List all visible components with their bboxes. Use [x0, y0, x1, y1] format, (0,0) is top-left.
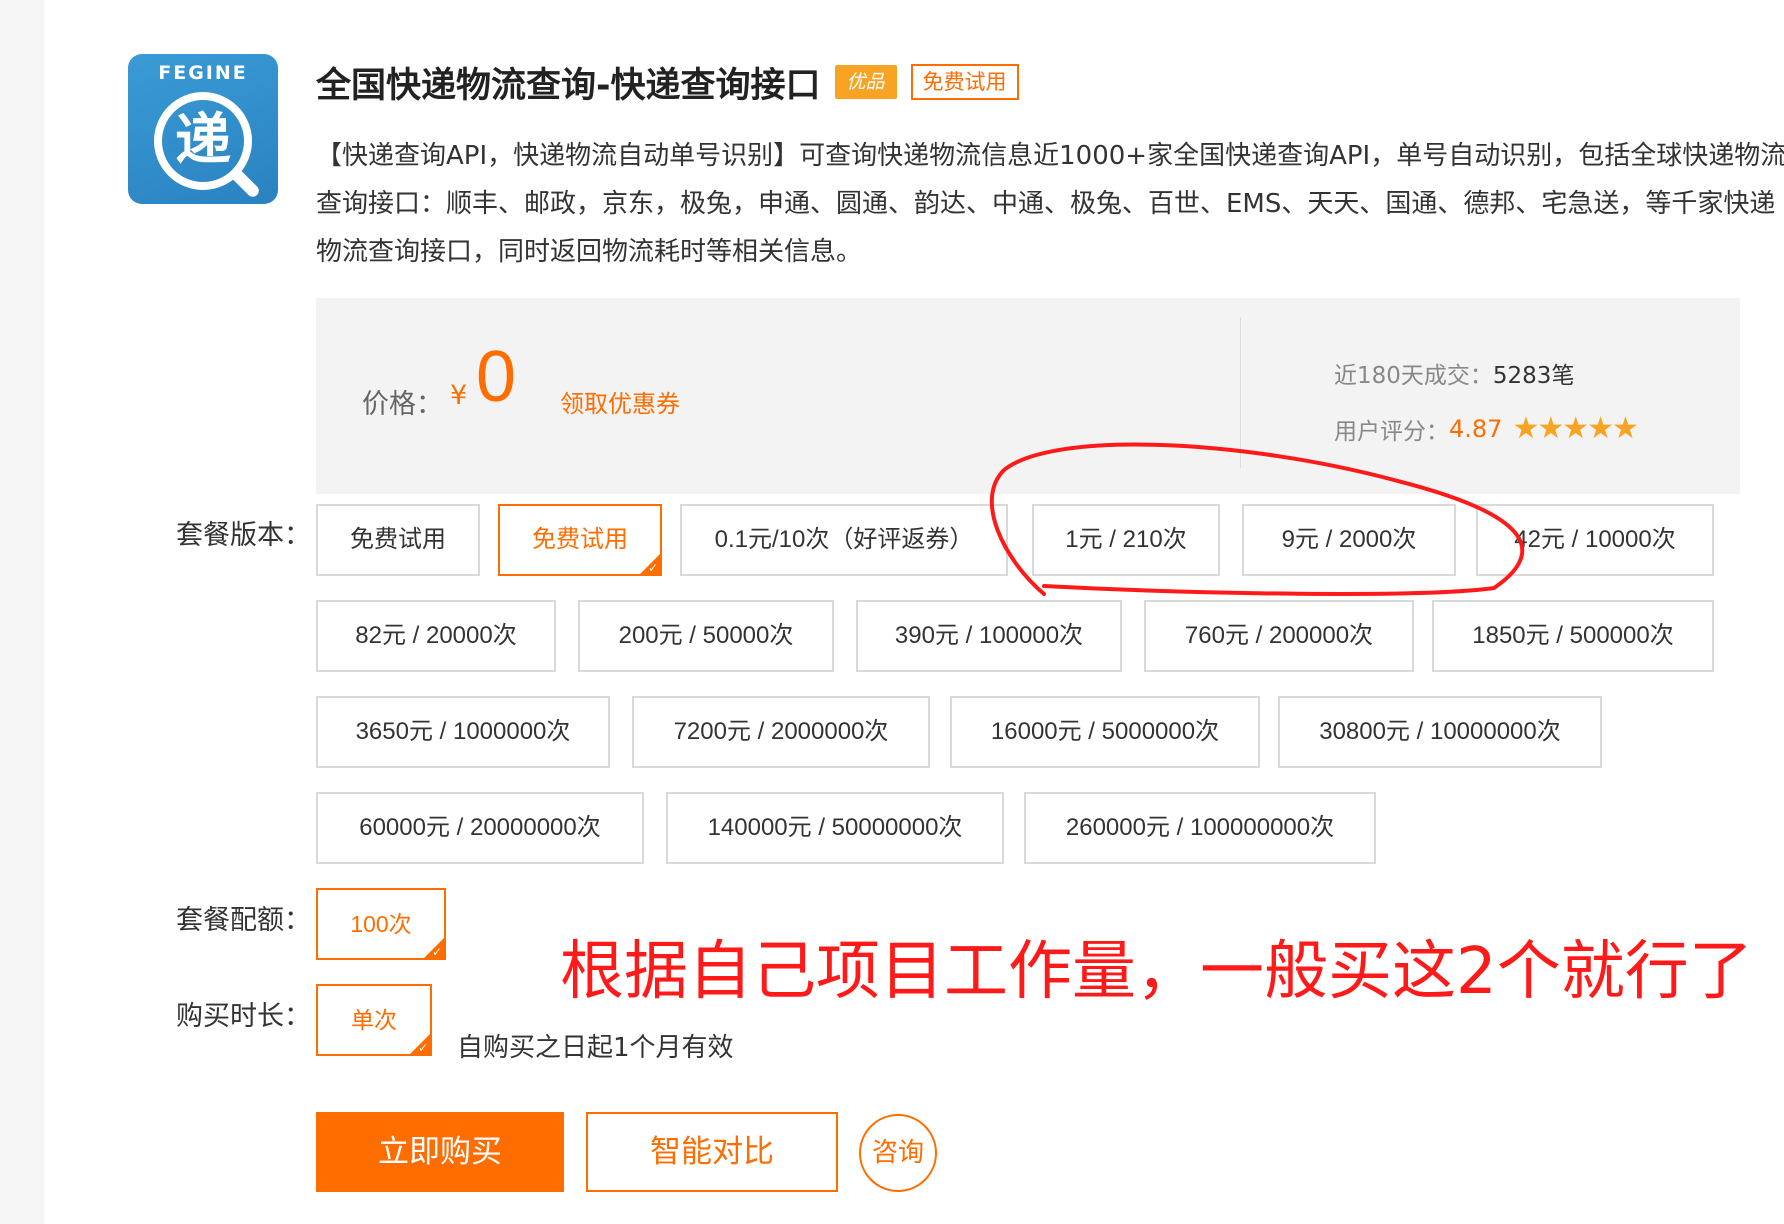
price-panel: 价格： ¥ 0 领取优惠券 近180天成交：5283笔 用户评分： 4.87 ★…	[316, 298, 1740, 494]
package-option[interactable]: 760元 / 200000次	[1144, 600, 1414, 672]
quota-label: 套餐配额：	[176, 905, 311, 936]
check-icon: ✓	[431, 945, 442, 959]
duration-option-selected[interactable]: 单次 ✓	[316, 984, 432, 1056]
duration-option-label: 单次	[351, 1007, 397, 1033]
quota-option-label: 100次	[350, 911, 412, 937]
package-option[interactable]: 42元 / 10000次	[1476, 504, 1714, 576]
star-icon: ★★★★★	[1512, 411, 1638, 446]
check-icon: ✓	[647, 561, 658, 575]
user-rating: 用户评分： 4.87 ★★★★★	[1334, 411, 1639, 446]
smart-compare-button[interactable]: 智能对比	[586, 1112, 838, 1192]
rating-value: 4.87	[1449, 415, 1503, 443]
consult-button[interactable]: 咨询	[859, 1114, 937, 1192]
package-option[interactable]: 140000元 / 50000000次	[666, 792, 1004, 864]
logo-char: 递	[175, 108, 231, 173]
package-option[interactable]: 0.1元/10次（好评返券）	[680, 504, 1008, 576]
price-value: 0	[476, 337, 517, 417]
buy-now-button[interactable]: 立即购买	[316, 1112, 564, 1192]
get-coupon-link[interactable]: 领取优惠券	[560, 384, 680, 419]
duration-label: 购买时长：	[176, 1001, 311, 1032]
logo-brand-text: FEGINE	[158, 62, 248, 84]
package-option[interactable]: 9元 / 2000次	[1242, 504, 1456, 576]
package-option[interactable]: 1元 / 210次	[1032, 504, 1220, 576]
package-option[interactable]: 200元 / 50000次	[578, 600, 834, 672]
product-page: FEGINE 递 全国快递物流查询-快递查询接口 优品 免费试用 【快递查询AP…	[44, 0, 1784, 1224]
package-option[interactable]: 260000元 / 100000000次	[1024, 792, 1376, 864]
free-trial-badge: 免费试用	[910, 64, 1019, 100]
product-description: 【快递查询API，快递物流自动单号识别】可查询快递物流信息近1000+家全国快递…	[316, 141, 1784, 267]
price-label: 价格：	[362, 389, 443, 420]
package-option-label: 免费试用	[532, 526, 628, 553]
search-handle	[228, 166, 262, 200]
title-row: 全国快递物流查询-快递查询接口 优品 免费试用	[316, 56, 1019, 108]
sales-label: 近180天成交：	[1334, 363, 1493, 389]
page-title: 全国快递物流查询-快递查询接口	[316, 65, 821, 106]
package-option[interactable]: 30800元 / 10000000次	[1278, 696, 1602, 768]
app-logo: FEGINE 递	[128, 54, 278, 204]
sales-count: 近180天成交：5283笔	[1334, 356, 1574, 390]
package-option-selected[interactable]: 免费试用 ✓	[498, 504, 662, 576]
rating-label: 用户评分：	[1334, 419, 1449, 445]
check-icon: ✓	[417, 1041, 428, 1055]
quota-option-selected[interactable]: 100次 ✓	[316, 888, 446, 960]
package-option[interactable]: 390元 / 100000次	[856, 600, 1122, 672]
package-option[interactable]: 60000元 / 20000000次	[316, 792, 644, 864]
package-option[interactable]: 免费试用	[316, 504, 480, 576]
package-option[interactable]: 3650元 / 1000000次	[316, 696, 610, 768]
package-option[interactable]: 7200元 / 2000000次	[632, 696, 930, 768]
price-currency: ¥	[450, 380, 468, 411]
sales-value: 5283笔	[1492, 363, 1575, 389]
package-option[interactable]: 1850元 / 500000次	[1432, 600, 1714, 672]
package-label: 套餐版本：	[176, 520, 311, 551]
package-option[interactable]: 82元 / 20000次	[316, 600, 556, 672]
quality-badge: 优品	[834, 65, 897, 99]
validity-note: 自购买之日起1个月有效	[457, 1033, 734, 1063]
annotation-text: 根据自己项目工作量，一般买这2个就行了	[560, 935, 1753, 1009]
divider	[1240, 318, 1241, 468]
package-option[interactable]: 16000元 / 5000000次	[950, 696, 1260, 768]
